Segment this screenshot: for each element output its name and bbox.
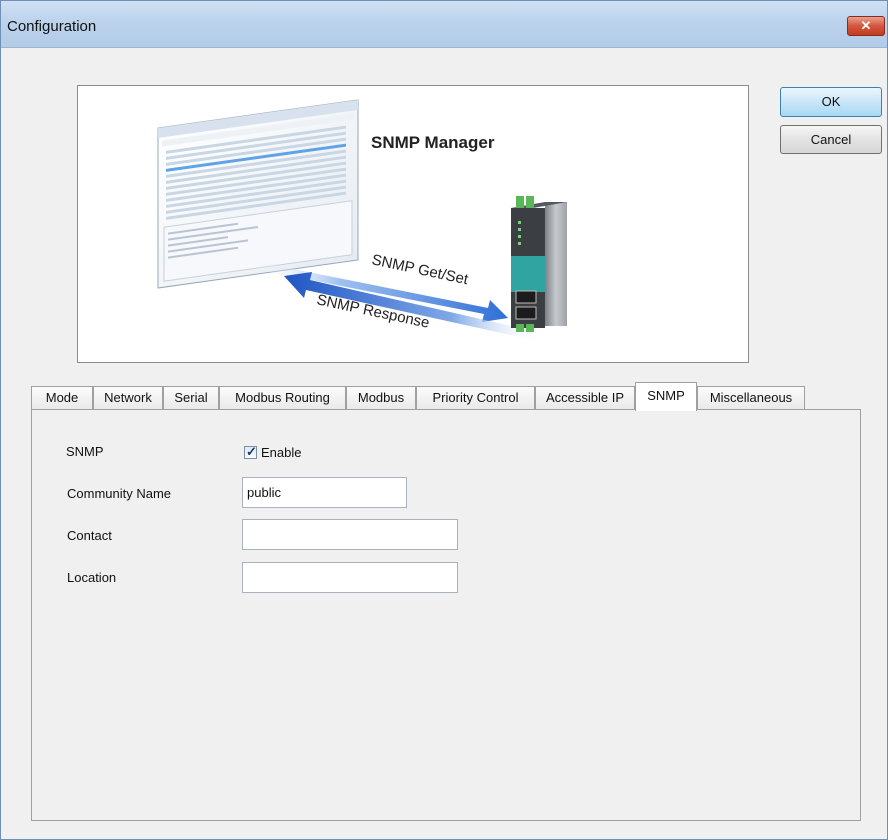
tab-accessible-ip[interactable]: Accessible IP xyxy=(535,386,635,410)
contact-label: Contact xyxy=(67,528,112,543)
enable-checkbox[interactable]: ✓ xyxy=(244,444,257,459)
close-icon: ✕ xyxy=(860,18,872,33)
tab-priority-control[interactable]: Priority Control xyxy=(416,386,535,410)
cancel-button[interactable]: Cancel xyxy=(780,125,882,154)
title-bar: Configuration ✕ xyxy=(1,1,887,48)
location-label: Location xyxy=(67,570,117,585)
tab-miscellaneous[interactable]: Miscellaneous xyxy=(697,386,805,410)
tab-modbus[interactable]: Modbus xyxy=(346,386,416,410)
enable-label[interactable]: Enable xyxy=(261,445,301,460)
location-input[interactable] xyxy=(242,562,458,593)
tab-serial[interactable]: Serial xyxy=(163,386,219,410)
device-icon xyxy=(511,196,567,332)
tab-modbus-routing[interactable]: Modbus Routing xyxy=(219,386,346,410)
snmp-label: SNMP xyxy=(66,444,104,459)
manager-screen xyxy=(157,99,359,289)
tab-mode[interactable]: Mode xyxy=(31,386,93,410)
ok-button[interactable]: OK xyxy=(780,87,882,117)
configuration-dialog: Configuration ✕ SNMP Manager SNMP Get/Se… xyxy=(0,0,888,840)
tab-snmp[interactable]: SNMP xyxy=(635,382,697,411)
window-title: Configuration xyxy=(7,18,97,35)
get-set-label: SNMP Get/Set xyxy=(370,251,470,288)
check-icon: ✓ xyxy=(246,444,257,459)
snmp-panel: SNMP ✓ Enable Community Name Contact Loc… xyxy=(31,409,861,821)
community-name-label: Community Name xyxy=(67,486,172,501)
banner-heading: SNMP Manager xyxy=(371,133,495,152)
snmp-illustration: SNMP Manager SNMP Get/Set SNMP Response xyxy=(77,85,749,363)
snmp-diagram: SNMP Manager SNMP Get/Set SNMP Response xyxy=(157,99,567,341)
community-name-input[interactable] xyxy=(242,477,407,508)
contact-input[interactable] xyxy=(242,519,458,550)
close-button[interactable]: ✕ xyxy=(847,16,885,36)
tab-network[interactable]: Network xyxy=(93,386,163,410)
